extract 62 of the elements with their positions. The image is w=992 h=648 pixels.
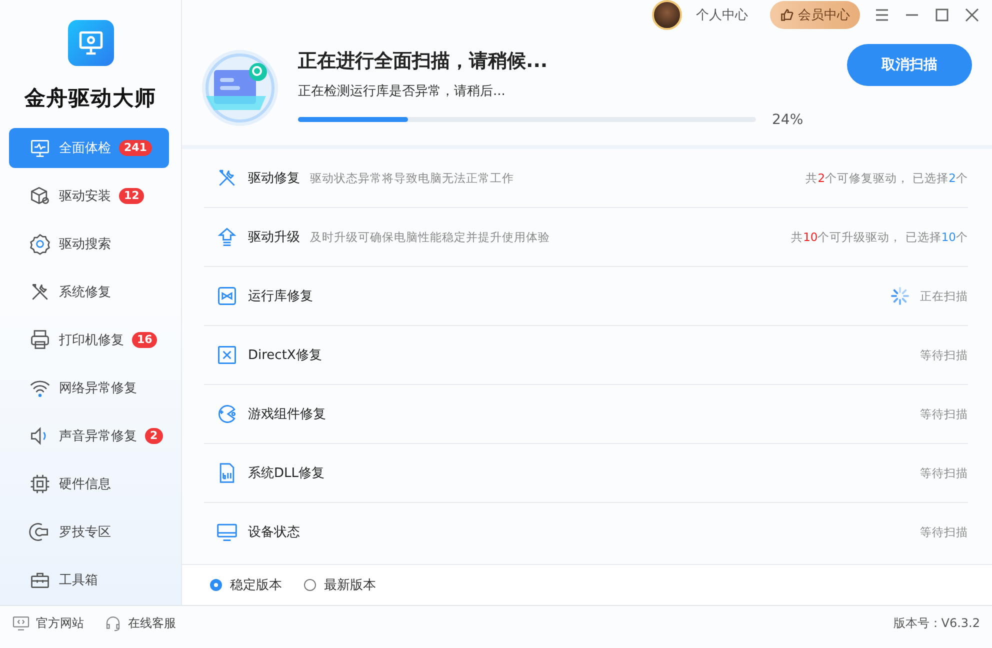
maximize-icon[interactable] <box>934 7 950 23</box>
sidebar-item[interactable]: 打印机修复 16 <box>9 320 169 360</box>
x-box-icon <box>216 344 238 366</box>
check-name: 系统DLL修复 <box>248 465 324 482</box>
upload-icon <box>216 226 238 248</box>
sidebar-item[interactable]: 驱动搜索 <box>9 224 169 264</box>
check-name: 驱动修复 <box>248 170 300 187</box>
check-description: 及时升级可确保电脑性能稳定并提升使用体验 <box>310 230 551 244</box>
monitor-icon <box>216 521 238 543</box>
count-badge: 2 <box>145 428 163 444</box>
version-number: 版本号：V6.3.2 <box>893 614 980 632</box>
version-radio[interactable]: 最新版本 <box>304 576 376 594</box>
check-status: 等待扫描 <box>920 524 968 540</box>
profile-link[interactable]: 个人中心 <box>696 6 748 24</box>
sidebar-item[interactable]: 罗技专区 <box>9 512 169 552</box>
check-name: 游戏组件修复 <box>248 406 326 423</box>
check-description: 驱动状态异常将导致电脑无法正常工作 <box>310 170 515 186</box>
check-name: 设备状态 <box>248 524 300 541</box>
headset-icon <box>104 614 122 632</box>
version-radio[interactable]: 稳定版本 <box>210 576 282 594</box>
scan-title: 正在进行全面扫描，请稍候... <box>298 48 549 74</box>
check-status: 等待扫描 <box>920 406 968 422</box>
check-name: 运行库修复 <box>248 288 313 305</box>
count-badge: 241 <box>119 140 152 156</box>
sidebar-item[interactable]: 网络异常修复 <box>9 368 169 408</box>
check-status: 等待扫描 <box>920 348 968 362</box>
sidebar-item[interactable]: 驱动安装 12 <box>9 176 169 216</box>
printer-icon <box>29 329 51 351</box>
check-status: 正在扫描 <box>920 288 968 304</box>
check-name: DirectX修复 <box>248 347 322 364</box>
close-icon[interactable] <box>964 7 980 23</box>
website-link[interactable]: 官方网站 <box>12 614 84 632</box>
check-summary: 共2个可修复驱动， 已选择2个 <box>806 170 968 186</box>
sidebar-item[interactable]: 硬件信息 <box>9 464 169 504</box>
app-title: 金舟驱动大师 <box>24 85 156 112</box>
check-summary: 共10个可升级驱动， 已选择10个 <box>791 230 968 244</box>
app-logo <box>68 20 114 66</box>
check-name: 驱动升级 <box>248 229 300 246</box>
monitor-icon <box>12 614 30 632</box>
bowtie-icon <box>216 285 238 307</box>
count-badge: 12 <box>119 188 144 204</box>
scan-status: 正在检测运行库是否异常，请稍后... <box>298 82 506 100</box>
sidebar-item[interactable]: 系统修复 <box>9 272 169 312</box>
menu-icon[interactable] <box>874 7 890 23</box>
hook-icon <box>29 521 51 543</box>
monitor-icon <box>29 137 51 159</box>
avatar[interactable] <box>652 0 682 30</box>
sidebar-item[interactable]: 全面体检 241 <box>9 128 169 168</box>
gear-search-icon <box>29 233 51 255</box>
sidebar-item[interactable]: 工具箱 <box>9 560 169 600</box>
thumbs-up-icon <box>780 8 794 22</box>
package-icon <box>29 185 51 207</box>
chip-icon <box>29 473 51 495</box>
support-link[interactable]: 在线客服 <box>104 614 176 632</box>
game-icon <box>216 403 238 425</box>
check-status: 等待扫描 <box>920 466 968 480</box>
loading-spinner-icon <box>890 286 910 306</box>
vip-button[interactable]: 会员中心 <box>770 1 860 29</box>
tools-icon <box>216 167 238 189</box>
progress-percent: 24% <box>772 112 804 128</box>
sidebar-item[interactable]: 声音异常修复 2 <box>9 416 169 456</box>
count-badge: 16 <box>132 332 158 348</box>
